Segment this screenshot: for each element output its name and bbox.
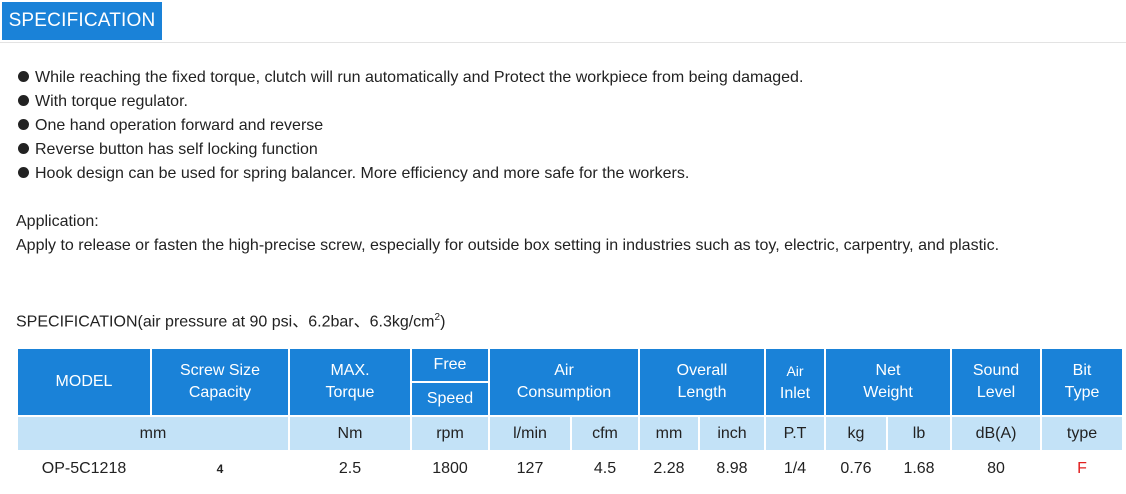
unit-screw-size: mm xyxy=(18,417,288,450)
cell-weight-lb: 1.68 xyxy=(903,460,935,477)
feature-item: Hook design can be used for spring balan… xyxy=(18,162,803,186)
unit-air-cfm: cfm xyxy=(572,417,638,450)
cell-air-inlet: 1/4 xyxy=(783,460,807,477)
feature-text: While reaching the fixed torque, clutch … xyxy=(35,69,804,86)
header-bit-type-line1: Bit xyxy=(1072,362,1092,379)
cell-model: OP-5C1218 xyxy=(41,460,127,477)
header-screw-size-line2: Capacity xyxy=(188,384,252,401)
header-max-torque: MAX. Torque xyxy=(290,349,410,415)
unit-weight-lb: lb xyxy=(888,417,951,450)
header-overall-length-line2: Length xyxy=(677,384,727,401)
header-speed: Speed xyxy=(412,383,488,415)
feature-text: One hand operation forward and reverse xyxy=(35,117,324,134)
cell-screw-size: 4 xyxy=(216,462,224,476)
header-air-inlet: Air Inlet xyxy=(766,349,824,415)
cell-air-cfm: 4.5 xyxy=(593,460,617,477)
cell-bit-type: F xyxy=(1077,460,1087,477)
application-title: Application: xyxy=(16,213,99,230)
header-max-torque-line1: MAX. xyxy=(330,362,370,379)
header-net-weight-line1: Net xyxy=(875,362,901,379)
bullet-icon xyxy=(18,119,29,130)
cell-max-torque: 2.5 xyxy=(338,460,362,477)
unit-length-mm: mm xyxy=(640,417,698,450)
header-bit-type-line2: Type xyxy=(1064,384,1100,401)
bullet-icon xyxy=(18,167,29,178)
unit-air-lmin: l/min xyxy=(490,417,570,450)
header-max-torque-line2: Torque xyxy=(325,384,375,401)
feature-item: Reverse button has self locking function xyxy=(18,138,803,162)
feature-text: Reverse button has self locking function xyxy=(35,141,318,158)
feature-text: With torque regulator. xyxy=(35,93,188,110)
bullet-icon xyxy=(18,143,29,154)
feature-text: Hook design can be used for spring balan… xyxy=(35,165,690,182)
unit-sound: dB(A) xyxy=(952,417,1041,450)
header-air-inlet-line1: Air xyxy=(786,362,804,379)
cell-length-inch: 8.98 xyxy=(716,460,748,477)
unit-air-inlet: P.T xyxy=(766,417,824,450)
unit-bit-type: type xyxy=(1042,417,1123,450)
header-net-weight-line2: Weight xyxy=(863,384,913,401)
tab-bar: SPECIFICATION xyxy=(0,0,1126,43)
feature-item: With torque regulator. xyxy=(18,90,803,114)
bullet-icon xyxy=(18,95,29,106)
header-overall-length: Overall Length xyxy=(640,349,764,415)
spec-table: MODEL Screw Size Capacity MAX. Torque Free… xyxy=(16,347,1124,488)
header-bit-type: Bit Type xyxy=(1042,349,1123,415)
cell-sound: 80 xyxy=(987,460,1005,477)
header-air-consumption-line1: Air xyxy=(554,362,574,379)
bullet-icon xyxy=(18,71,29,82)
header-free: Free xyxy=(412,349,488,381)
cell-air-lmin: 127 xyxy=(516,460,544,477)
unit-max-torque: Nm xyxy=(290,417,410,450)
unit-speed: rpm xyxy=(412,417,488,450)
feature-item: While reaching the fixed torque, clutch … xyxy=(18,66,803,90)
header-net-weight: Net Weight xyxy=(826,349,951,415)
unit-length-inch: inch xyxy=(700,417,764,450)
cell-length-mm: 2.28 xyxy=(653,460,685,477)
application-text: Apply to release or fasten the high-prec… xyxy=(16,237,1000,254)
header-overall-length-line1: Overall xyxy=(676,362,728,379)
spec-caption-text: SPECIFICATION(air pressure at 90 psi、6.2… xyxy=(16,313,435,331)
spec-caption-suffix: ) xyxy=(440,313,446,331)
header-sound-level: Sound Level xyxy=(952,349,1041,415)
feature-list: While reaching the fixed torque, clutch … xyxy=(18,66,803,186)
header-air-inlet-line2: Inlet xyxy=(779,384,811,402)
header-air-consumption: Air Consumption xyxy=(490,349,638,415)
header-sound-level-line2: Level xyxy=(976,384,1016,401)
cell-speed: 1800 xyxy=(432,460,468,477)
header-air-consumption-line2: Consumption xyxy=(516,384,612,401)
header-screw-size: Screw Size Capacity xyxy=(152,349,288,415)
header-model: MODEL xyxy=(18,349,150,415)
header-sound-level-line1: Sound xyxy=(972,362,1020,379)
spec-caption: SPECIFICATION(air pressure at 90 psi、6.2… xyxy=(16,306,445,334)
header-screw-size-line1: Screw Size xyxy=(179,362,261,379)
tab-specification[interactable]: SPECIFICATION xyxy=(2,2,162,40)
cell-weight-kg: 0.76 xyxy=(840,460,872,477)
feature-item: One hand operation forward and reverse xyxy=(18,114,803,138)
unit-weight-kg: kg xyxy=(826,417,886,450)
